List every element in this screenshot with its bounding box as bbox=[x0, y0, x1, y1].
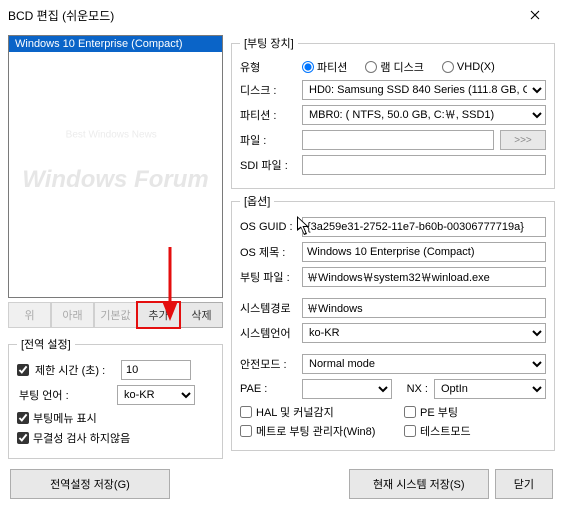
entries-listbox[interactable]: Windows 10 Enterprise (Compact) Best Win… bbox=[8, 35, 223, 298]
timeout-input[interactable] bbox=[121, 360, 191, 380]
type-vhd-label: VHD(X) bbox=[457, 61, 495, 73]
save-system-button[interactable]: 현재 시스템 저장(S) bbox=[349, 469, 489, 499]
syslang-select[interactable]: ko-KR bbox=[302, 323, 546, 343]
nx-label: NX : bbox=[398, 383, 428, 395]
bootfile-label: 부팅 파일 : bbox=[240, 269, 296, 285]
pae-select[interactable] bbox=[302, 379, 392, 399]
sdi-input[interactable] bbox=[302, 155, 546, 175]
file-browse-button[interactable]: >>> bbox=[500, 130, 546, 150]
peboot-checkbox[interactable] bbox=[404, 406, 416, 418]
safemode-select[interactable]: Normal mode bbox=[302, 354, 546, 374]
disk-select[interactable]: HD0: Samsung SSD 840 Series (111.8 GB, C… bbox=[302, 80, 546, 100]
bootdevice-legend: [부팅 장치] bbox=[240, 35, 298, 51]
bootlang-select[interactable]: ko-KR bbox=[117, 385, 195, 405]
file-input[interactable] bbox=[302, 130, 494, 150]
global-legend: [전역 설정] bbox=[17, 336, 75, 352]
partition-select[interactable]: MBR0: ( NTFS, 50.0 GB, C:￦, SSD1) bbox=[302, 105, 546, 125]
watermark: Windows Forum bbox=[22, 166, 208, 194]
show-bootmenu-checkbox[interactable] bbox=[17, 412, 29, 424]
move-down-button[interactable]: 아래 bbox=[51, 302, 94, 328]
bootdevice-fieldset: [부팅 장치] 유형 파티션 램 디스크 VHD(X) 디스크 : HD0: S… bbox=[231, 35, 555, 189]
pae-label: PAE : bbox=[240, 383, 296, 395]
show-bootmenu-label: 부팅메뉴 표시 bbox=[33, 410, 97, 426]
integrity-label: 무결성 검사 하지않음 bbox=[33, 430, 130, 446]
partition-label: 파티션 : bbox=[240, 107, 296, 123]
entries-button-row: 위 아래 기본값 추가 삭제 bbox=[8, 302, 223, 328]
metro-checkbox[interactable] bbox=[240, 425, 252, 437]
type-partition-label: 파티션 bbox=[317, 59, 347, 75]
peboot-label: PE 부팅 bbox=[420, 404, 458, 420]
type-partition-radio[interactable] bbox=[302, 61, 314, 73]
syspath-input[interactable] bbox=[302, 298, 546, 318]
timeout-checkbox[interactable] bbox=[17, 364, 29, 376]
syspath-label: 시스템경로 bbox=[240, 300, 296, 316]
nx-select[interactable]: OptIn bbox=[434, 379, 546, 399]
list-item[interactable]: Windows 10 Enterprise (Compact) bbox=[9, 36, 222, 52]
syslang-label: 시스템언어 bbox=[240, 325, 296, 341]
type-ramdisk-label: 램 디스크 bbox=[380, 59, 424, 75]
testmode-checkbox[interactable] bbox=[404, 425, 416, 437]
sdi-label: SDI 파일 : bbox=[240, 157, 296, 173]
timeout-label: 제한 시간 (초) : bbox=[35, 362, 115, 378]
integrity-checkbox[interactable] bbox=[17, 432, 29, 444]
type-vhd-radio[interactable] bbox=[442, 61, 454, 73]
file-label: 파일 : bbox=[240, 132, 296, 148]
ostitle-label: OS 제목 : bbox=[240, 244, 296, 260]
osguid-input[interactable] bbox=[302, 217, 546, 237]
delete-button[interactable]: 삭제 bbox=[180, 302, 223, 328]
osguid-label: OS GUID : bbox=[240, 221, 296, 233]
bootfile-input[interactable] bbox=[302, 267, 546, 287]
close-button[interactable] bbox=[515, 3, 555, 27]
save-global-button[interactable]: 전역설정 저장(G) bbox=[10, 469, 170, 499]
options-fieldset: [옵션] OS GUID : OS 제목 : 부팅 파일 : 시스템경로 시스템… bbox=[231, 193, 555, 451]
watermark-sub: Best Windows News bbox=[66, 130, 157, 141]
testmode-label: 테스트모드 bbox=[420, 423, 471, 439]
window-title: BCD 편집 (쉬운모드) bbox=[8, 7, 515, 24]
metro-label: 메트로 부팅 관리자(Win8) bbox=[256, 423, 375, 439]
titlebar: BCD 편집 (쉬운모드) bbox=[0, 0, 563, 30]
ostitle-input[interactable] bbox=[302, 242, 546, 262]
bottom-bar: 전역설정 저장(G) 현재 시스템 저장(S) 닫기 bbox=[0, 464, 563, 504]
bootlang-label: 부팅 언어 : bbox=[17, 387, 111, 403]
add-button[interactable]: 추가 bbox=[137, 302, 180, 328]
close-dialog-button[interactable]: 닫기 bbox=[495, 469, 553, 499]
global-settings-fieldset: [전역 설정] 제한 시간 (초) : 부팅 언어 : ko-KR 부팅메뉴 표… bbox=[8, 336, 223, 459]
safemode-label: 안전모드 : bbox=[240, 356, 296, 372]
disk-label: 디스크 : bbox=[240, 82, 296, 98]
type-ramdisk-radio[interactable] bbox=[365, 61, 377, 73]
default-button[interactable]: 기본값 bbox=[94, 302, 137, 328]
hal-checkbox[interactable] bbox=[240, 406, 252, 418]
hal-label: HAL 및 커널감지 bbox=[256, 404, 334, 420]
type-label: 유형 bbox=[240, 59, 296, 75]
move-up-button[interactable]: 위 bbox=[8, 302, 51, 328]
options-legend: [옵션] bbox=[240, 193, 274, 209]
